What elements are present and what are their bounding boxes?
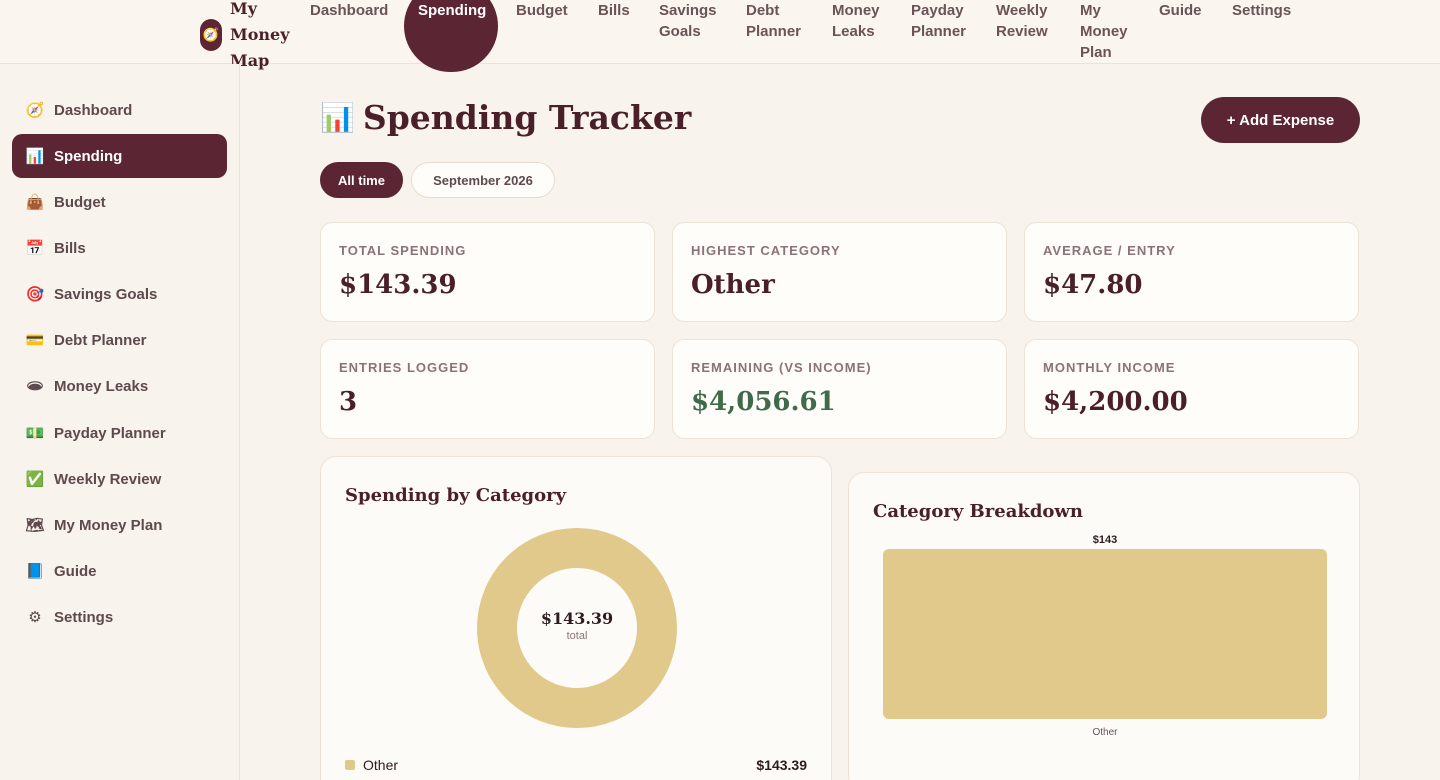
bar-chart: $143 Other bbox=[883, 534, 1327, 738]
cash-icon: 💵 bbox=[25, 425, 45, 442]
credit-card-icon: 💳 bbox=[25, 332, 45, 349]
spending-by-category-card: Spending by Category $143.39 total Other… bbox=[320, 456, 832, 780]
sidebar-item-label: Settings bbox=[54, 608, 114, 626]
sidebar-item-savings-goals[interactable]: 🎯 Savings Goals bbox=[12, 272, 227, 316]
brand-name: My Money Map bbox=[230, 0, 290, 70]
map-icon: 🗺 bbox=[25, 517, 45, 534]
stat-value: Other bbox=[691, 270, 775, 300]
sidebar-item-bills[interactable]: 📅 Bills bbox=[12, 226, 227, 270]
stat-highest-category: HIGHEST CATEGORY Other bbox=[672, 222, 1007, 322]
sidebar-item-label: Spending bbox=[54, 147, 123, 165]
sidebar-item-money-leaks[interactable]: 🕳 Money Leaks bbox=[12, 364, 227, 408]
sidebar-item-spending[interactable]: 📊 Spending bbox=[12, 134, 227, 178]
bar-chart-icon: 📊 bbox=[320, 101, 355, 134]
stat-value: $143.39 bbox=[339, 270, 457, 300]
page-title-text: Spending Tracker bbox=[362, 98, 692, 137]
stat-value: 3 bbox=[339, 387, 358, 417]
stat-label: HIGHEST CATEGORY bbox=[691, 243, 841, 258]
legend-value: $143.39 bbox=[756, 757, 807, 773]
compass-icon: 🧭 bbox=[200, 19, 222, 51]
filter-september-2026[interactable]: September 2026 bbox=[411, 162, 555, 198]
sidebar-item-label: Guide bbox=[54, 562, 97, 580]
stat-value: $47.80 bbox=[1043, 270, 1143, 300]
nav-payday-planner[interactable]: Payday Planner bbox=[911, 0, 981, 42]
nav-debt-planner[interactable]: Debt Planner bbox=[746, 0, 806, 42]
add-expense-button[interactable]: + Add Expense bbox=[1201, 97, 1360, 143]
bag-icon: 👜 bbox=[25, 194, 45, 211]
nav-guide[interactable]: Guide bbox=[1159, 0, 1202, 21]
sidebar-item-label: Debt Planner bbox=[54, 331, 147, 349]
top-navigation: 🧭 My Money Map Dashboard Spending Budget… bbox=[0, 0, 1440, 72]
sidebar-item-payday-planner[interactable]: 💵 Payday Planner bbox=[12, 411, 227, 455]
stat-value: $4,200.00 bbox=[1043, 387, 1188, 417]
stat-label: TOTAL SPENDING bbox=[339, 243, 467, 258]
nav-weekly-review[interactable]: Weekly Review bbox=[996, 0, 1060, 42]
stat-label: ENTRIES LOGGED bbox=[339, 360, 470, 375]
nav-bills[interactable]: Bills bbox=[598, 0, 630, 21]
nav-savings-goals[interactable]: Savings Goals bbox=[659, 0, 729, 42]
filter-all-time[interactable]: All time bbox=[320, 162, 403, 198]
nav-my-money-plan[interactable]: My Money Plan bbox=[1080, 0, 1136, 63]
legend-item: Other $143.39 bbox=[345, 757, 807, 773]
sidebar-item-debt-planner[interactable]: 💳 Debt Planner bbox=[12, 318, 227, 362]
nav-spending[interactable]: Spending bbox=[418, 0, 486, 21]
nav-settings[interactable]: Settings bbox=[1232, 0, 1291, 21]
stat-label: REMAINING (VS INCOME) bbox=[691, 360, 872, 375]
calendar-icon: 📅 bbox=[25, 240, 45, 257]
sidebar-item-label: My Money Plan bbox=[54, 516, 163, 534]
sidebar: 🧭 Dashboard 📊 Spending 👜 Budget 📅 Bills … bbox=[0, 64, 240, 780]
donut-center-label: total bbox=[566, 630, 588, 642]
sidebar-item-label: Money Leaks bbox=[54, 377, 149, 395]
target-icon: 🎯 bbox=[25, 286, 45, 303]
sidebar-item-label: Bills bbox=[54, 239, 86, 257]
sidebar-item-dashboard[interactable]: 🧭 Dashboard bbox=[12, 88, 227, 132]
nav-money-leaks[interactable]: Money Leaks bbox=[832, 0, 892, 42]
sidebar-item-label: Savings Goals bbox=[54, 285, 158, 303]
sidebar-item-guide[interactable]: 📘 Guide bbox=[12, 549, 227, 593]
bar-category-label: Other bbox=[1092, 727, 1118, 738]
legend-swatch bbox=[345, 760, 355, 770]
category-breakdown-card: Category Breakdown $143 Other bbox=[848, 472, 1360, 780]
sidebar-item-my-money-plan[interactable]: 🗺 My Money Plan bbox=[12, 503, 227, 547]
stat-label: MONTHLY INCOME bbox=[1043, 360, 1176, 375]
sidebar-item-settings[interactable]: ⚙ Settings bbox=[12, 595, 227, 639]
hole-icon: 🕳 bbox=[25, 378, 45, 395]
stat-label: AVERAGE / ENTRY bbox=[1043, 243, 1176, 258]
gear-icon: ⚙ bbox=[28, 609, 42, 626]
sidebar-item-label: Dashboard bbox=[54, 101, 133, 119]
sidebar-item-budget[interactable]: 👜 Budget bbox=[12, 180, 227, 224]
stat-total-spending: TOTAL SPENDING $143.39 bbox=[320, 222, 655, 322]
check-icon: ✅ bbox=[25, 471, 45, 488]
sidebar-item-label: Weekly Review bbox=[54, 470, 162, 488]
legend-label: Other bbox=[363, 757, 399, 773]
stat-remaining: REMAINING (VS INCOME) $4,056.61 bbox=[672, 339, 1007, 439]
book-icon: 📘 bbox=[25, 563, 45, 580]
stat-value: $4,056.61 bbox=[691, 387, 836, 417]
bar-other bbox=[883, 549, 1327, 719]
sidebar-item-weekly-review[interactable]: ✅ Weekly Review bbox=[12, 457, 227, 501]
nav-dashboard[interactable]: Dashboard bbox=[310, 0, 388, 21]
sidebar-item-label: Payday Planner bbox=[54, 424, 166, 442]
stat-monthly-income: MONTHLY INCOME $4,200.00 bbox=[1024, 339, 1359, 439]
stat-average-entry: AVERAGE / ENTRY $47.80 bbox=[1024, 222, 1359, 322]
brand[interactable]: 🧭 My Money Map bbox=[200, 0, 292, 74]
donut-center: $143.39 total bbox=[517, 609, 637, 642]
compass-icon: 🧭 bbox=[25, 102, 45, 119]
stat-entries-logged: ENTRIES LOGGED 3 bbox=[320, 339, 655, 439]
page-title: 📊 Spending Tracker bbox=[320, 98, 691, 137]
bar-value-label: $143 bbox=[1093, 534, 1117, 546]
donut-center-value: $143.39 bbox=[540, 609, 614, 628]
bar-chart-icon: 📊 bbox=[25, 148, 45, 165]
sidebar-item-label: Budget bbox=[54, 193, 106, 211]
nav-budget[interactable]: Budget bbox=[516, 0, 568, 21]
